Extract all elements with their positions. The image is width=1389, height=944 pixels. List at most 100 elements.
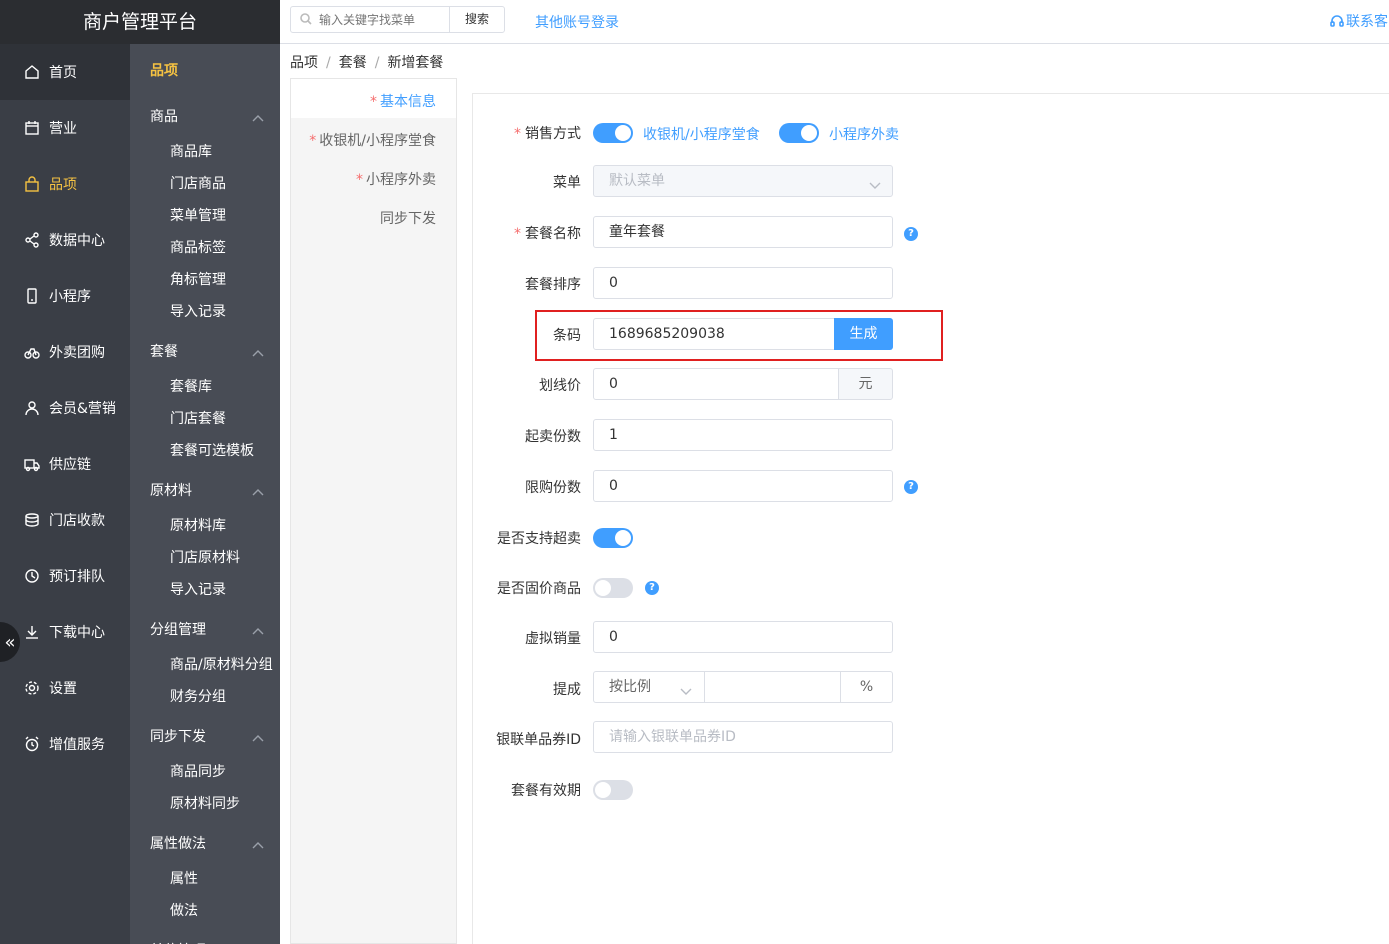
sub-nav-item[interactable]: 商品/原材料分组 [170, 654, 273, 674]
fixed-price-toggle[interactable] [593, 578, 633, 598]
bike-icon [24, 344, 40, 360]
clock-icon [24, 568, 40, 584]
nav-item-7[interactable]: 供应链 [0, 436, 130, 492]
nav-item-9[interactable]: 预订排队 [0, 548, 130, 604]
limit-qty-help-icon[interactable]: ? [904, 480, 918, 494]
unionpay-coupon-input[interactable]: 请输入银联单品券ID [593, 721, 893, 753]
sub-group-header[interactable]: 属性做法 [150, 833, 206, 853]
share-icon [24, 232, 40, 248]
menu-label: 菜单 [553, 175, 581, 191]
step-item-1[interactable]: * 收银机/小程序堂食 [309, 130, 436, 150]
combo-name-help-icon[interactable]: ? [904, 227, 918, 241]
step-item-3[interactable]: 同步下发 [380, 208, 436, 228]
other-account-login-link[interactable]: 其他账号登录 [535, 12, 619, 32]
barcode-label: 条码 [553, 328, 581, 344]
fixed-price-help-icon[interactable]: ? [645, 581, 659, 595]
sub-group-header[interactable]: 同步下发 [150, 726, 206, 746]
sub-nav-item[interactable]: 套餐可选模板 [170, 440, 254, 460]
breadcrumb-item-combo[interactable]: 套餐 [339, 55, 367, 71]
sale-mode-delivery-toggle[interactable] [779, 123, 819, 143]
breadcrumb-item-products[interactable]: 品项 [290, 55, 318, 71]
sub-nav-item[interactable]: 商品同步 [170, 761, 226, 781]
sale-mode-delivery-label: 小程序外卖 [829, 127, 899, 143]
limit-qty-label: 限购份数 [525, 480, 581, 496]
chevron-up-icon[interactable] [252, 110, 264, 122]
nav-item-4[interactable]: 小程序 [0, 268, 130, 324]
chevron-up-icon[interactable] [252, 484, 264, 496]
nav-item-6[interactable]: 会员&营销 [0, 380, 130, 436]
sub-nav-item[interactable]: 导入记录 [170, 579, 226, 599]
strike-price-input[interactable]: 0 [593, 368, 839, 400]
sub-group-header[interactable]: 商品 [150, 106, 178, 126]
combo-name-input[interactable]: 童年套餐 [593, 216, 893, 248]
nav-item-label: 增值服务 [49, 737, 105, 753]
sale-mode-pos-toggle[interactable] [593, 123, 633, 143]
oversell-toggle[interactable] [593, 528, 633, 548]
contact-service-link[interactable]: 联系客 [1330, 11, 1388, 31]
nav-item-0[interactable]: 首页 [0, 44, 130, 100]
validity-toggle[interactable] [593, 780, 633, 800]
brand-title: 商户管理平台 [0, 0, 280, 44]
user-icon [24, 400, 40, 416]
sub-group-header[interactable]: 分组管理 [150, 619, 206, 639]
breadcrumb-item-new-combo: 新增套餐 [387, 55, 444, 71]
step-label: 同步下发 [380, 211, 436, 227]
sub-nav-item[interactable]: 财务分组 [170, 686, 226, 706]
sub-nav-item[interactable]: 门店商品 [170, 173, 226, 193]
coins-icon [24, 512, 40, 528]
contact-label: 联系客 [1346, 14, 1388, 30]
step-item-2[interactable]: * 小程序外卖 [356, 169, 436, 189]
sub-nav-item[interactable]: 原材料同步 [170, 793, 240, 813]
menu-search-input[interactable] [290, 6, 450, 33]
sub-group-header[interactable]: 套餐 [150, 341, 178, 361]
chevron-up-icon[interactable] [252, 623, 264, 635]
sub-nav-item[interactable]: 角标管理 [170, 269, 226, 289]
commission-value-input[interactable] [704, 671, 841, 703]
sub-nav-item[interactable]: 商品标签 [170, 237, 226, 257]
nav-item-label: 会员&营销 [49, 401, 116, 417]
sub-nav-item[interactable]: 门店套餐 [170, 408, 226, 428]
step-item-0[interactable]: * 基本信息 [370, 91, 436, 111]
combo-sort-input[interactable]: 0 [593, 267, 893, 299]
virtual-sales-input[interactable]: 0 [593, 621, 893, 653]
sub-nav-item[interactable]: 原材料库 [170, 515, 226, 535]
nav-item-1[interactable]: 营业 [0, 100, 130, 156]
chevron-up-icon[interactable] [252, 345, 264, 357]
nav-item-2[interactable]: 品项 [0, 156, 130, 212]
nav-item-label: 品项 [49, 177, 77, 193]
min-qty-input[interactable]: 1 [593, 419, 893, 451]
chevron-up-icon[interactable] [252, 730, 264, 742]
nav-item-5[interactable]: 外卖团购 [0, 324, 130, 380]
nav-item-12[interactable]: 增值服务 [0, 716, 130, 772]
sale-mode-pos-label: 收银机/小程序堂食 [643, 127, 760, 143]
sub-nav-item[interactable]: 做法 [170, 900, 198, 920]
sub-group-header[interactable]: 原材料 [150, 480, 192, 500]
nav-item-label: 下载中心 [49, 625, 105, 641]
nav-item-8[interactable]: 门店收款 [0, 492, 130, 548]
generate-barcode-button[interactable]: 生成 [834, 318, 893, 350]
nav-item-11[interactable]: 设置 [0, 660, 130, 716]
step-label: 基本信息 [380, 94, 436, 110]
menu-select[interactable]: 默认菜单 [593, 165, 893, 197]
sub-nav-item[interactable]: 属性 [170, 868, 198, 888]
search-button[interactable]: 搜索 [449, 6, 505, 33]
top-bar: 搜索 其他账号登录 联系客 [280, 0, 1389, 44]
limit-qty-input[interactable]: 0 [593, 470, 893, 502]
truck-icon [24, 456, 40, 472]
required-mark: * [356, 172, 363, 188]
unionpay-coupon-label: 银联单品券ID [496, 732, 581, 748]
nav-item-label: 数据中心 [49, 233, 105, 249]
chevron-down-icon [680, 684, 692, 695]
sub-nav-item[interactable]: 导入记录 [170, 301, 226, 321]
sub-nav-item[interactable]: 套餐库 [170, 376, 212, 396]
step-label: 小程序外卖 [366, 172, 436, 188]
nav-item-10[interactable]: 下载中心 [0, 604, 130, 660]
sub-nav-item[interactable]: 门店原材料 [170, 547, 240, 567]
sub-nav-item[interactable]: 商品库 [170, 141, 212, 161]
sub-group-header[interactable]: 单位管理 [150, 940, 206, 944]
chevron-up-icon[interactable] [252, 837, 264, 849]
nav-item-label: 设置 [49, 681, 77, 697]
barcode-input[interactable]: 1689685209038 [593, 318, 835, 350]
sub-nav-item[interactable]: 菜单管理 [170, 205, 226, 225]
nav-item-3[interactable]: 数据中心 [0, 212, 130, 268]
